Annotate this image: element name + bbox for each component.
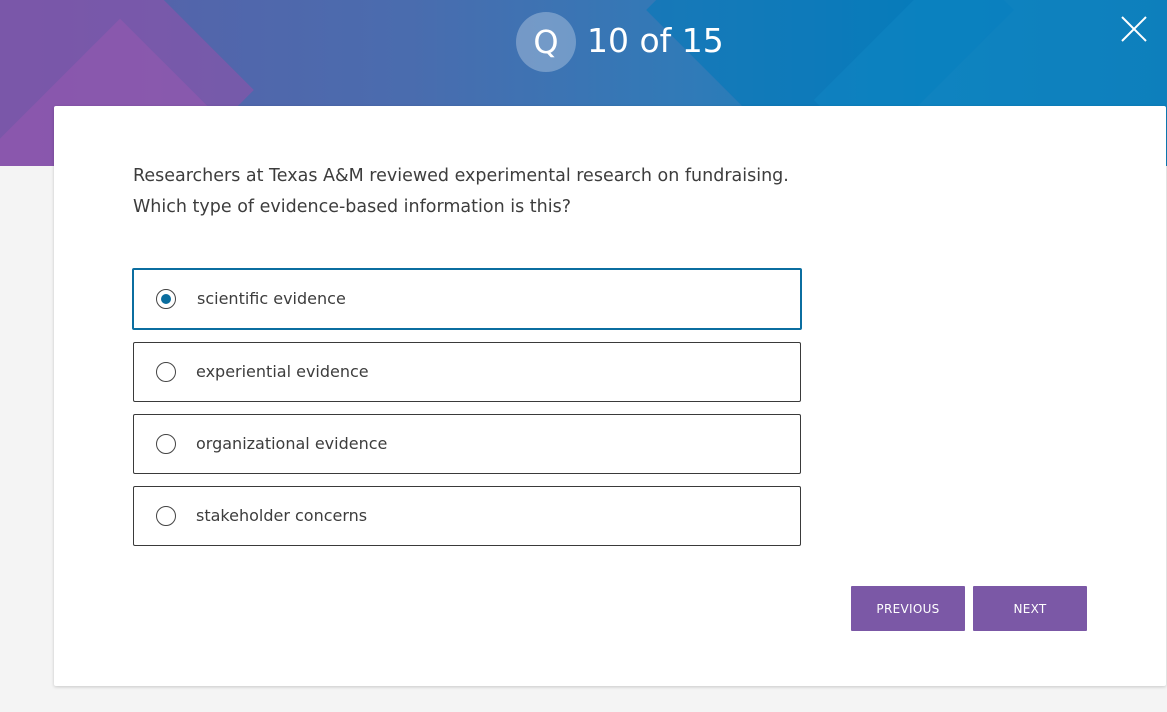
answer-option-organizational-evidence[interactable]: organizational evidence bbox=[133, 414, 801, 474]
answer-option-label: scientific evidence bbox=[197, 289, 346, 308]
question-badge-letter: Q bbox=[533, 23, 559, 61]
answer-option-stakeholder-concerns[interactable]: stakeholder concerns bbox=[133, 486, 801, 546]
answer-option-experiential-evidence[interactable]: experiential evidence bbox=[133, 342, 801, 402]
answer-option-label: stakeholder concerns bbox=[196, 506, 368, 525]
radio-unselected-icon[interactable] bbox=[156, 434, 176, 454]
radio-unselected-icon[interactable] bbox=[156, 506, 176, 526]
radio-selected-icon[interactable] bbox=[156, 289, 176, 309]
question-text: Researchers at Texas A&M reviewed experi… bbox=[133, 161, 853, 223]
question-line-2: Which type of evidence-based information… bbox=[133, 197, 571, 217]
close-icon bbox=[1121, 16, 1147, 42]
answer-option-label: experiential evidence bbox=[196, 362, 369, 381]
question-badge-icon: Q bbox=[516, 12, 576, 72]
next-button[interactable]: NEXT bbox=[973, 586, 1087, 631]
question-progress: 10 of 15 bbox=[587, 21, 724, 60]
answer-option-label: organizational evidence bbox=[196, 434, 388, 453]
radio-unselected-icon[interactable] bbox=[156, 362, 176, 382]
close-button[interactable] bbox=[1119, 14, 1149, 44]
answer-option-scientific-evidence[interactable]: scientific evidence bbox=[132, 268, 802, 330]
question-line-1: Researchers at Texas A&M reviewed experi… bbox=[133, 166, 789, 186]
question-card: Researchers at Texas A&M reviewed experi… bbox=[54, 106, 1166, 686]
previous-button[interactable]: PREVIOUS bbox=[851, 586, 965, 631]
